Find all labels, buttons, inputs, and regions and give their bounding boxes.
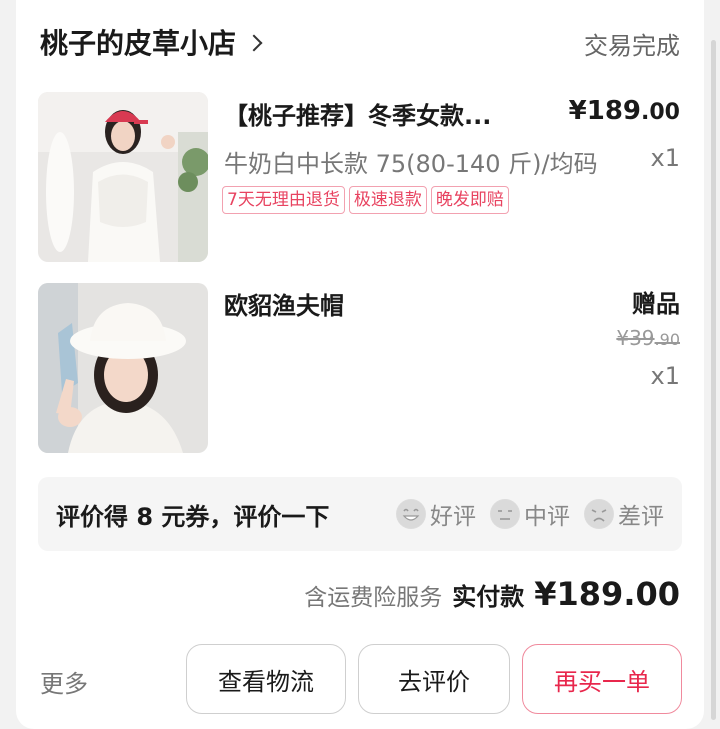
- rating-bad[interactable]: 差评: [584, 497, 664, 531]
- gift-label: 赠品: [632, 290, 680, 318]
- paid-amount: ¥189.00: [534, 575, 680, 613]
- original-price: ¥39.90: [616, 326, 680, 350]
- order-card: 桃子的皮草小店 交易完成 【桃子推荐】冬季女款... ¥189.00 牛奶白中长…: [16, 0, 704, 729]
- order-status: 交易完成: [584, 32, 680, 60]
- price-integer: ¥189: [568, 96, 642, 126]
- product-title[interactable]: 欧貂渔夫帽: [224, 286, 584, 321]
- product-quantity: x1: [650, 144, 680, 172]
- more-button[interactable]: 更多: [40, 664, 88, 699]
- buy-again-button[interactable]: 再买一单: [522, 644, 682, 714]
- product-photo-coat: [38, 92, 208, 262]
- chevron-right-icon: [245, 34, 263, 52]
- review-prompt: 评价得 8 元券，评价一下: [56, 502, 330, 531]
- tag-return-7-days: 7天无理由退货: [222, 186, 345, 214]
- write-review-button[interactable]: 去评价: [358, 644, 510, 714]
- happy-face-icon: [396, 499, 426, 529]
- payment-summary: 含运费险服务 实付款 ¥189.00: [304, 575, 680, 613]
- neutral-face-icon: [490, 499, 520, 529]
- store-link[interactable]: 桃子的皮草小店: [40, 22, 263, 62]
- rating-neutral[interactable]: 中评: [490, 497, 570, 531]
- product-title[interactable]: 【桃子推荐】冬季女款...: [224, 96, 524, 131]
- view-logistics-button[interactable]: 查看物流: [186, 644, 346, 714]
- rating-label: 中评: [524, 504, 570, 530]
- rating-label: 差评: [618, 504, 664, 530]
- sad-face-icon: [584, 499, 614, 529]
- product-image-hat[interactable]: [38, 283, 208, 453]
- product-quantity: x1: [650, 362, 680, 390]
- product-photo-hat: [38, 283, 208, 453]
- product-variant: 牛奶白中长款 75(80-140 斤)/均码: [224, 150, 598, 178]
- orig-price-decimal: .90: [654, 330, 680, 349]
- store-name: 桃子的皮草小店: [40, 27, 237, 60]
- tag-fast-refund: 极速退款: [348, 186, 427, 214]
- price-decimal: .00: [641, 100, 680, 125]
- scrollbar[interactable]: [711, 40, 716, 720]
- service-tags: 7天无理由退货 极速退款 晚发即赔: [222, 186, 509, 214]
- orig-price-integer: ¥39: [616, 326, 655, 350]
- rating-label: 好评: [430, 504, 476, 530]
- review-bar: 评价得 8 元券，评价一下 好评 中评 差评: [38, 477, 682, 551]
- tag-late-ship-compensation: 晚发即赔: [430, 186, 509, 214]
- rating-good[interactable]: 好评: [396, 497, 476, 531]
- product-image-coat[interactable]: [38, 92, 208, 262]
- shipping-insurance-text: 含运费险服务: [304, 585, 443, 611]
- rating-options: 好评 中评 差评: [396, 497, 664, 531]
- paid-label: 实付款: [452, 583, 525, 611]
- product-price: ¥189.00: [569, 96, 680, 126]
